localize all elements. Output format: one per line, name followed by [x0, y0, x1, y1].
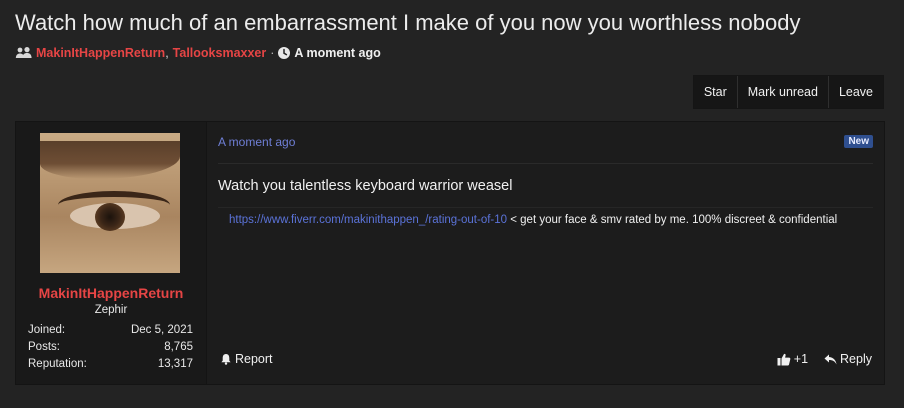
- post-content: A moment ago New Watch you talentless ke…: [207, 122, 884, 384]
- avatar-brow: [40, 141, 180, 179]
- participant-link[interactable]: Tallooksmaxxer: [173, 46, 267, 60]
- avatar-iris: [95, 203, 125, 231]
- page-title: Watch how much of an embarrassment I mak…: [15, 10, 801, 35]
- meta-separator: ·: [270, 46, 275, 60]
- reply-button[interactable]: Reply: [824, 352, 872, 366]
- signature-link[interactable]: https://www.fiverr.com/makinithappen_/ra…: [229, 214, 507, 226]
- stat-label: Joined:: [28, 324, 66, 336]
- signature: https://www.fiverr.com/makinithappen_/ra…: [229, 214, 837, 226]
- signature-text: < get your face & smv rated by me. 100% …: [507, 214, 838, 226]
- report-label: Report: [235, 352, 273, 366]
- participant-link[interactable]: MakinItHappenReturn: [36, 46, 165, 60]
- thread-time: A moment ago: [294, 46, 381, 60]
- clock-icon: [278, 47, 291, 59]
- like-button[interactable]: +1: [777, 352, 808, 366]
- stat-value: 8,765: [164, 341, 193, 353]
- like-count: +1: [793, 352, 809, 366]
- message-post: MakinItHappenReturn Zephir Joined: Dec 5…: [15, 121, 885, 385]
- thread-meta: MakinItHappenReturn , Tallooksmaxxer · A…: [15, 46, 381, 60]
- stat-row-reputation: Reputation: 13,317: [28, 356, 193, 373]
- users-icon: [15, 47, 33, 59]
- leave-button[interactable]: Leave: [827, 76, 883, 108]
- new-badge: New: [844, 135, 873, 148]
- stat-value: Dec 5, 2021: [130, 324, 193, 336]
- post-actions: +1 Reply: [777, 352, 872, 366]
- reply-arrow-icon: [824, 354, 837, 364]
- signature-divider: [218, 207, 873, 208]
- reply-label: Reply: [840, 352, 872, 366]
- author-panel: MakinItHappenReturn Zephir Joined: Dec 5…: [16, 122, 207, 384]
- stat-label: Reputation:: [28, 358, 87, 370]
- report-button[interactable]: Report: [220, 352, 273, 366]
- author-username[interactable]: MakinItHappenReturn: [16, 285, 206, 301]
- star-button[interactable]: Star: [694, 76, 737, 108]
- stat-row-posts: Posts: 8,765: [28, 339, 193, 356]
- author-title: Zephir: [94, 304, 128, 316]
- stat-value: 13,317: [157, 358, 193, 370]
- avatar[interactable]: [40, 133, 180, 273]
- post-divider: [218, 163, 873, 164]
- stat-label: Posts:: [28, 341, 60, 353]
- conversation-page: Watch how much of an embarrassment I mak…: [0, 0, 904, 408]
- post-time-link[interactable]: A moment ago: [218, 135, 295, 149]
- stat-row-joined: Joined: Dec 5, 2021: [28, 322, 193, 339]
- post-body: Watch you talentless keyboard warrior we…: [218, 178, 513, 194]
- thread-actions: Star Mark unread Leave: [692, 75, 884, 109]
- participant-separator: ,: [165, 46, 169, 60]
- author-stats: Joined: Dec 5, 2021 Posts: 8,765 Reputat…: [28, 322, 193, 373]
- mark-unread-button[interactable]: Mark unread: [736, 76, 828, 108]
- thumbs-up-icon: [777, 353, 791, 365]
- bell-icon: [221, 354, 231, 365]
